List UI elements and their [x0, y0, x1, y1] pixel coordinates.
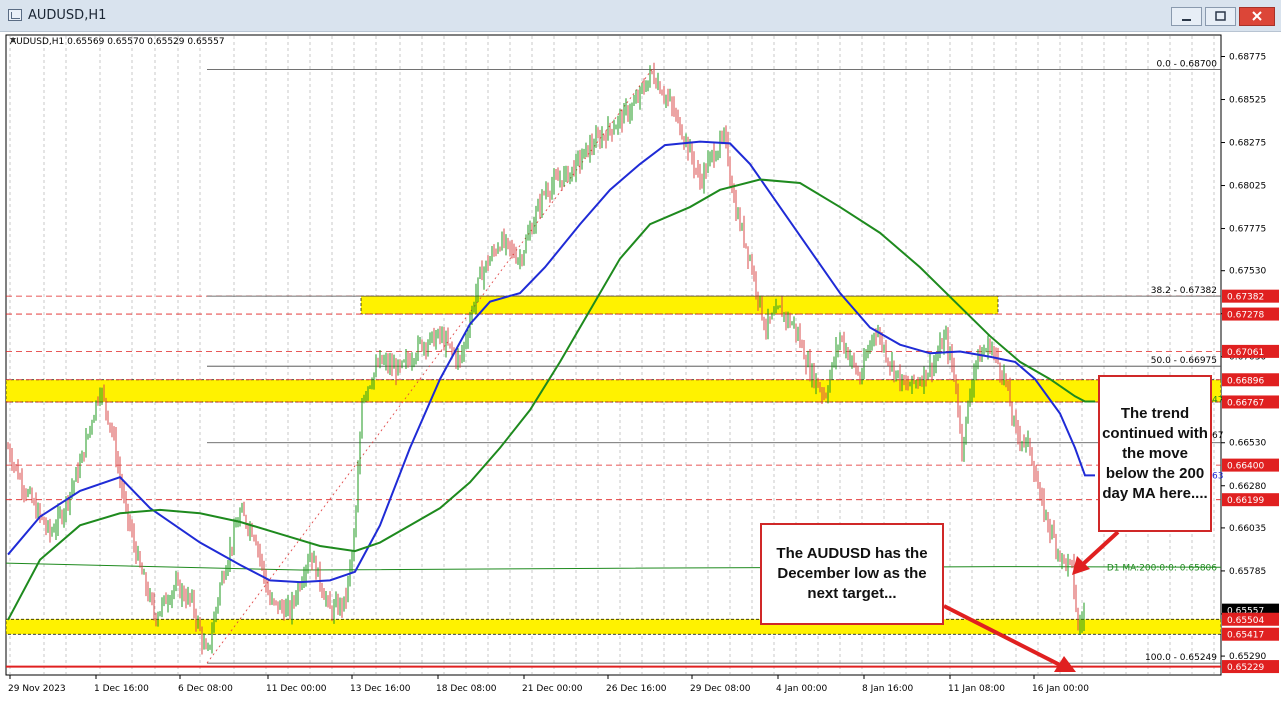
price-box-label: 0.65417 [1227, 631, 1264, 641]
zone-box [360, 295, 999, 315]
date-label: 8 Jan 16:00 [862, 684, 914, 694]
price-tick-label: 0.66280 [1229, 482, 1266, 492]
date-label: 4 Jan 00:00 [776, 684, 828, 694]
price-tick-label: 0.66530 [1229, 439, 1266, 449]
minimize-button[interactable] [1171, 7, 1202, 26]
price-box-label: 0.65229 [1227, 663, 1264, 673]
price-tick-label: 0.65785 [1229, 567, 1266, 577]
price-box: 0.67061 [1222, 344, 1279, 358]
date-label: 1 Dec 16:00 [94, 684, 149, 694]
price-chart[interactable]: 0.0 - 0.68700 38.2 - 0.67382 50.0 - 0.6697… [0, 32, 1281, 716]
price-tick-label: 0.68525 [1229, 96, 1266, 106]
price-box: 0.66896 [1222, 373, 1279, 387]
callout-december-low-text: The AUDUSD has the December low as the n… [776, 545, 928, 602]
chart-area[interactable]: 0.0 - 0.68700 38.2 - 0.67382 50.0 - 0.6697… [0, 32, 1281, 716]
price-box-label: 0.67061 [1227, 348, 1264, 358]
price-tick-label: 0.68025 [1229, 182, 1266, 192]
price-tick-label: 0.68775 [1229, 53, 1266, 63]
price-box: 0.66767 [1222, 395, 1279, 409]
date-label: 6 Dec 08:00 [178, 684, 233, 694]
price-box: 0.66199 [1222, 493, 1279, 507]
date-label: 16 Jan 00:00 [1032, 684, 1089, 694]
date-label: 11 Dec 00:00 [266, 684, 327, 694]
restore-icon [1215, 11, 1226, 21]
date-label: 13 Dec 16:00 [350, 684, 411, 694]
price-box-label: 0.66896 [1227, 376, 1264, 386]
price-box: 0.65229 [1222, 660, 1279, 674]
price-box: 0.65417 [1222, 627, 1279, 641]
price-box-label: 0.67278 [1227, 311, 1264, 321]
price-tick-label: 0.66035 [1229, 524, 1266, 534]
price-box-label: 0.67382 [1227, 293, 1264, 303]
callout-december-low: The AUDUSD has the December low as the n… [760, 523, 944, 625]
window-titlebar: AUDUSD,H1 [0, 0, 1281, 32]
ma-label: D1 MA:200:0:0: 0.65806 [1107, 563, 1217, 573]
fib-label: 50.0 - 0.66975 [1151, 356, 1217, 366]
price-box-label: 0.66400 [1227, 462, 1264, 472]
price-tick-label: 0.68275 [1229, 139, 1266, 149]
price-box: 0.65504 [1222, 612, 1279, 626]
date-label: 29 Nov 2023 [8, 684, 66, 694]
price-box: 0.67382 [1222, 289, 1279, 303]
fib-label: 0.0 - 0.68700 [1157, 59, 1218, 69]
callout-trend: The trend continued with the move below … [1098, 375, 1212, 532]
date-label: 21 Dec 00:00 [522, 684, 583, 694]
date-label: 18 Dec 08:00 [436, 684, 497, 694]
date-label: 29 Dec 08:00 [690, 684, 751, 694]
partial-label: 63 [1212, 471, 1223, 481]
partial-label: 47 [1212, 396, 1223, 406]
ohlc-label: AUDUSD,H1 0.65569 0.65570 0.65529 0.6555… [10, 37, 225, 47]
price-box-label: 0.66199 [1227, 496, 1264, 506]
fib-label: 100.0 - 0.65249 [1145, 653, 1217, 663]
price-tick-label: 0.67775 [1229, 225, 1266, 235]
restore-button[interactable] [1205, 7, 1236, 26]
close-icon [1252, 11, 1262, 21]
close-button[interactable] [1239, 7, 1275, 26]
callout-trend-text: The trend continued with the move below … [1102, 404, 1208, 502]
chart-window-icon [8, 9, 22, 21]
date-label: 26 Dec 16:00 [606, 684, 667, 694]
window-title: AUDUSD,H1 [28, 8, 107, 23]
fib-label: 38.2 - 0.67382 [1151, 286, 1217, 296]
minimize-icon [1182, 19, 1191, 21]
price-box-label: 0.65504 [1227, 616, 1264, 626]
zone-box [5, 618, 1222, 635]
partial-label: 67 [1212, 431, 1223, 441]
price-box: 0.66400 [1222, 458, 1279, 472]
price-box: 0.67278 [1222, 307, 1279, 321]
price-tick-label: 0.67530 [1229, 267, 1266, 277]
price-box-label: 0.66767 [1227, 398, 1264, 408]
date-label: 11 Jan 08:00 [948, 684, 1005, 694]
